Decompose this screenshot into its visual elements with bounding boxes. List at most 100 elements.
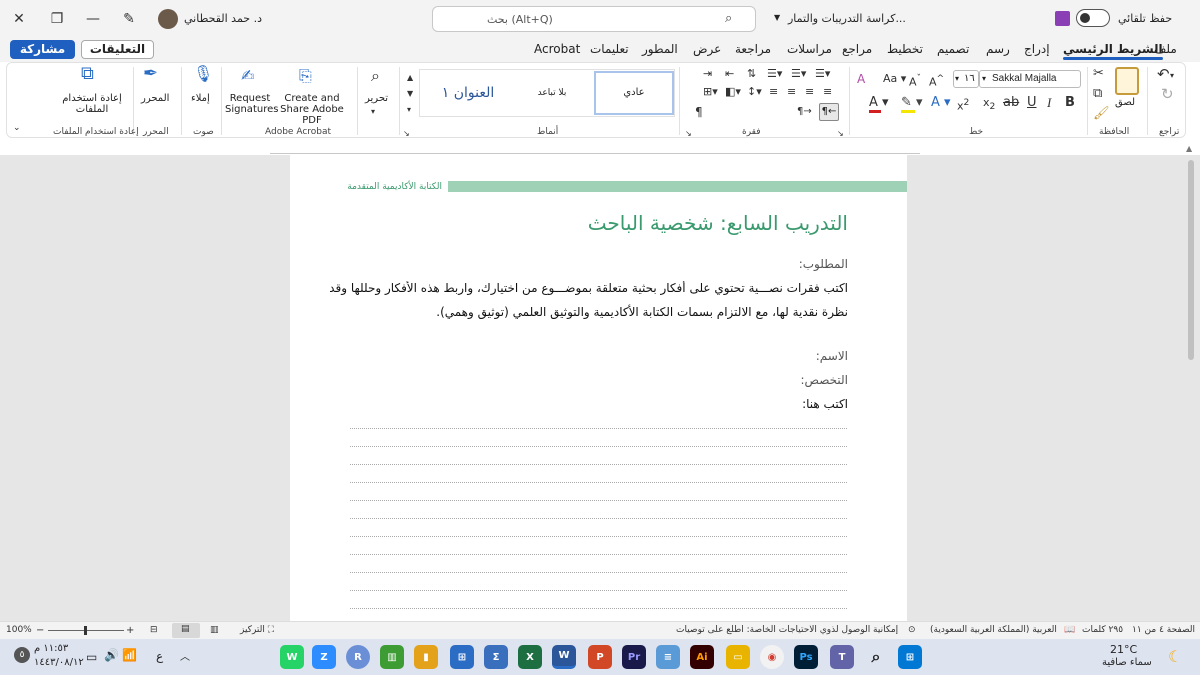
sigma-app-icon[interactable]: Σ bbox=[484, 645, 508, 669]
chevron-down-icon[interactable]: ▾ bbox=[371, 105, 375, 119]
language-status[interactable]: العربية (المملكة العربية السعودية) bbox=[930, 625, 1057, 635]
powerpoint-icon[interactable]: P bbox=[588, 645, 612, 669]
chevron-down-icon[interactable]: ▾ bbox=[1170, 69, 1174, 83]
chrome-icon[interactable]: ◉ bbox=[760, 645, 784, 669]
copy-icon[interactable]: ⧉ bbox=[1093, 87, 1102, 101]
tab-review[interactable]: مراجعة bbox=[735, 42, 771, 56]
tab-insert[interactable]: إدراج bbox=[1024, 42, 1050, 56]
editor-button[interactable]: المحرر bbox=[141, 93, 169, 104]
search-box[interactable]: بحث (Alt+Q) ⌕ bbox=[432, 6, 756, 32]
scroll-up-icon[interactable]: ▲ bbox=[1186, 144, 1196, 154]
weather-condition[interactable]: سماء صافية bbox=[1102, 657, 1152, 668]
decrease-indent-icon[interactable]: ⇤ bbox=[725, 67, 734, 81]
web-layout-icon[interactable]: ⊟ bbox=[150, 625, 158, 635]
request-signatures-button[interactable]: Request Signatures bbox=[225, 93, 278, 115]
collapse-ribbon-icon[interactable]: ⌄ bbox=[13, 121, 21, 135]
change-case-icon[interactable]: Aa ▾ bbox=[883, 72, 906, 86]
ltr-direction-icon[interactable]: ¶→ bbox=[797, 105, 812, 119]
macro-icon[interactable]: ⊙ bbox=[908, 625, 916, 635]
chevron-down-icon[interactable]: ▼ bbox=[774, 13, 780, 22]
font-color-icon[interactable]: A ▾ bbox=[869, 96, 889, 110]
avatar[interactable] bbox=[158, 9, 178, 29]
teams-icon[interactable]: T bbox=[830, 645, 854, 669]
zoom-level[interactable]: 100% bbox=[6, 625, 32, 635]
undo-icon[interactable]: ↶ bbox=[1157, 67, 1170, 82]
tab-layout[interactable]: تخطيط bbox=[887, 42, 923, 56]
dictate-button[interactable]: إملاء bbox=[191, 93, 210, 104]
volume-icon[interactable]: 🔊 bbox=[104, 648, 119, 662]
search-input[interactable]: بحث (Alt+Q) bbox=[487, 13, 553, 26]
superscript-icon[interactable]: x2 bbox=[957, 96, 969, 114]
shrink-font-icon[interactable]: Aˇ bbox=[909, 72, 921, 90]
close-button[interactable]: ✕ bbox=[2, 4, 36, 34]
paste-icon[interactable] bbox=[1115, 67, 1139, 95]
reuse-files-icon[interactable]: ⧉ bbox=[81, 65, 94, 83]
zoom-in-icon[interactable]: + bbox=[126, 625, 134, 636]
tab-help[interactable]: تعليمات bbox=[590, 42, 629, 56]
numbering-icon[interactable]: ☰▾ bbox=[791, 67, 806, 81]
weather-moon-icon[interactable]: ☾ bbox=[1168, 647, 1182, 666]
vertical-scrollbar[interactable] bbox=[1188, 160, 1194, 360]
borders-icon[interactable]: ⊞▾ bbox=[703, 85, 718, 99]
focus-button[interactable]: التركيز ⛶ bbox=[240, 625, 274, 635]
document-title[interactable]: كراسة التدريبات والتمار... bbox=[788, 12, 906, 25]
align-center-icon[interactable]: ≡ bbox=[805, 85, 814, 99]
tab-mailings[interactable]: مراسلات bbox=[787, 42, 832, 56]
save-icon[interactable] bbox=[1055, 11, 1070, 26]
styles-scroll-up-icon[interactable]: ▲ bbox=[407, 71, 413, 85]
read-mode-icon[interactable]: ▥ bbox=[210, 625, 219, 635]
tab-draw[interactable]: رسم bbox=[986, 42, 1010, 56]
accessibility-status[interactable]: إمكانية الوصول لذوي الاحتياجات الخاصة: ا… bbox=[676, 625, 898, 635]
comments-button[interactable]: التعليقات bbox=[81, 40, 154, 59]
styles-scroll-down-icon[interactable]: ▼ bbox=[407, 87, 413, 101]
stats-app-icon[interactable]: ▥ bbox=[380, 645, 404, 669]
word-icon[interactable]: W bbox=[552, 645, 576, 669]
autosave-toggle[interactable] bbox=[1076, 9, 1110, 27]
clock-time[interactable]: ١١:٥٣ م bbox=[34, 643, 68, 654]
temperature[interactable]: 21°C bbox=[1110, 643, 1137, 656]
multilevel-list-icon[interactable]: ☰▾ bbox=[767, 67, 782, 81]
r-app-icon[interactable]: R bbox=[346, 645, 370, 669]
rtl-direction-button[interactable]: ¶← bbox=[819, 103, 839, 121]
editor-icon[interactable]: ✒ bbox=[143, 65, 158, 83]
tab-developer[interactable]: المطور bbox=[642, 42, 678, 56]
shading-icon[interactable]: ◧▾ bbox=[725, 85, 741, 99]
restore-button[interactable]: ❐ bbox=[40, 4, 74, 34]
text-effects-icon[interactable]: A ▾ bbox=[931, 96, 951, 110]
editing-label[interactable]: تحرير bbox=[365, 93, 388, 104]
dialog-launcher-icon[interactable]: ↘ bbox=[403, 127, 410, 141]
photoshop-icon[interactable]: Ps bbox=[794, 645, 818, 669]
illustrator-icon[interactable]: Ai bbox=[690, 645, 714, 669]
request-signatures-icon[interactable]: ✍ bbox=[241, 68, 254, 84]
create-share-pdf-button[interactable]: Create and Share Adobe PDF bbox=[275, 93, 349, 126]
format-painter-icon[interactable]: 🖌 bbox=[1093, 107, 1110, 121]
underline-icon[interactable]: U bbox=[1027, 96, 1037, 110]
zoom-out-icon[interactable]: − bbox=[36, 625, 44, 636]
start-icon[interactable]: ⊞ bbox=[898, 645, 922, 669]
notepad-icon[interactable]: ≡ bbox=[656, 645, 680, 669]
tab-view[interactable]: عرض bbox=[693, 42, 721, 56]
user-name[interactable]: د. حمد القحطاني bbox=[184, 12, 262, 25]
line-spacing-icon[interactable]: ↕▾ bbox=[747, 85, 762, 99]
show-formatting-icon[interactable]: ¶ bbox=[695, 105, 703, 119]
wifi-icon[interactable]: 📶 bbox=[122, 648, 137, 662]
align-right-icon[interactable]: ≡ bbox=[787, 85, 796, 99]
justify-icon[interactable]: ≡ bbox=[769, 85, 778, 99]
redo-icon[interactable]: ↻ bbox=[1161, 87, 1174, 102]
premiere-icon[interactable]: Pr bbox=[622, 645, 646, 669]
designer-button[interactable]: ✎ bbox=[112, 4, 146, 34]
style-normal[interactable]: عادي bbox=[594, 71, 674, 115]
search-icon[interactable]: ⌕ bbox=[371, 68, 380, 84]
search-icon[interactable]: ⌕ bbox=[864, 645, 888, 669]
print-layout-button[interactable]: ▤ bbox=[172, 623, 200, 638]
style-no-spacing[interactable]: بلا تباعد bbox=[512, 71, 592, 115]
minimize-button[interactable]: — bbox=[76, 4, 110, 34]
chevron-up-icon[interactable]: ︿ bbox=[180, 648, 190, 663]
whatsapp-icon[interactable]: W bbox=[280, 645, 304, 669]
grow-font-icon[interactable]: A^ bbox=[929, 72, 944, 90]
word-count[interactable]: ٢٩٥ كلمات bbox=[1082, 625, 1123, 635]
dialog-launcher-icon[interactable]: ↘ bbox=[685, 127, 692, 141]
subscript-icon[interactable]: x2 bbox=[983, 96, 995, 114]
power-bi-icon[interactable]: ▮ bbox=[414, 645, 438, 669]
excel-icon[interactable]: X bbox=[518, 645, 542, 669]
